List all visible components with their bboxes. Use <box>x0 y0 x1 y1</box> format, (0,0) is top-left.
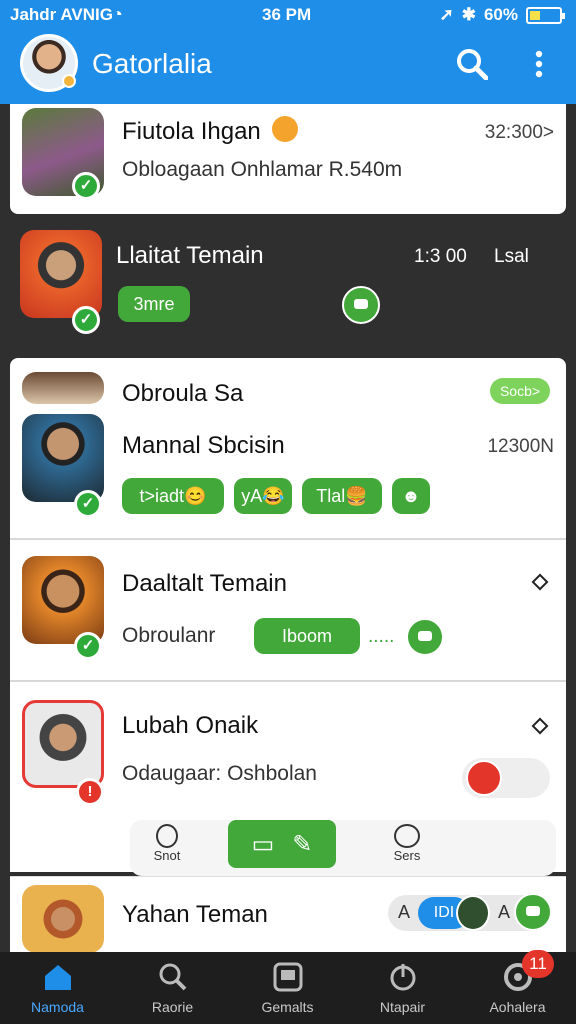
chat-avatar <box>22 556 104 644</box>
contact-avatar <box>466 760 502 796</box>
reply-bubble-icon[interactable] <box>342 286 380 324</box>
chat-avatar <box>22 885 104 953</box>
quick-action-label: Sers <box>393 848 421 863</box>
chat-preview: Odaugaar: Oshbolan <box>122 762 317 785</box>
tab-home[interactable]: Namoda <box>0 952 115 1024</box>
text-icon: A <box>398 902 411 922</box>
tab-search[interactable]: Raorie <box>115 952 230 1024</box>
carrier-label: Jahdr AVNIG <box>10 5 113 24</box>
text-icon: A <box>498 902 511 922</box>
more-icon[interactable] <box>531 573 549 591</box>
more-icon[interactable] <box>531 717 549 735</box>
reply-bubble-icon[interactable] <box>406 618 444 656</box>
chat-icon: ▭ <box>251 830 275 858</box>
chat-item[interactable]: Yahan Teman A IDI A <box>10 876 566 953</box>
more-vert-icon[interactable] <box>526 46 552 82</box>
chat-chip[interactable]: yA😂 <box>234 478 292 514</box>
search-icon[interactable] <box>456 48 488 80</box>
quick-action-strip: Snot ▭ ✎ Sers <box>130 820 556 876</box>
chat-name: Yahan Teman <box>122 901 268 928</box>
bottom-tab-bar: Namoda Raorie Gemalts Ntapair Aohalera <box>0 952 576 1024</box>
quick-action-label: Snot <box>153 848 181 863</box>
quick-action-right[interactable]: Sers <box>374 824 440 863</box>
bluetooth-icon: ✱ <box>461 5 476 24</box>
chat-tag-chip[interactable]: Socb> <box>490 378 550 404</box>
group-chip[interactable]: A IDI A <box>388 893 552 931</box>
sticker-chip[interactable]: ☻ <box>392 478 430 514</box>
chat-name: Fiutola Ihgan <box>122 118 261 145</box>
chat-avatar <box>22 700 104 788</box>
chat-chip[interactable]: Iboom <box>254 618 360 654</box>
status-time: 36 PM <box>262 5 312 24</box>
tab-profile[interactable]: Aohalera <box>460 952 575 1024</box>
battery-icon <box>526 6 565 24</box>
verified-icon: ✓ <box>72 306 100 334</box>
chat-item[interactable]: ✓ Daaltalt Temain Obroulanr Iboom ..... <box>10 540 566 680</box>
chat-name: Llaitat Temain <box>116 242 264 269</box>
games-icon <box>273 962 303 992</box>
status-right: ➚ ✱ 60% <box>439 5 565 25</box>
verified-icon: ✓ <box>74 632 102 660</box>
verified-icon: ✓ <box>72 172 100 200</box>
chat-item[interactable]: ✓ Fiutola Ihgan 32:300> Obloagaan Onhlam… <box>10 104 566 214</box>
app-bar: Jahdr AVNIG ◔ 36 PM ➚ ✱ 60% Gatorlalia <box>0 0 576 104</box>
pin-icon <box>156 824 178 848</box>
tab-label: Raorie <box>151 999 194 1015</box>
tab-games[interactable]: Gemalts <box>230 952 345 1024</box>
verified-icon: ✓ <box>74 490 102 518</box>
chat-time: 32:300> <box>484 122 554 143</box>
chat-preview: Obloagaan Onhlamar R.540m <box>122 158 403 181</box>
chat-name: Lubah Onaik <box>122 712 259 739</box>
quick-action-left[interactable]: Snot <box>142 824 192 863</box>
reply-bubble-icon[interactable] <box>514 893 552 931</box>
notification-badge: 11 <box>522 950 554 978</box>
chat-time: 12300N <box>487 436 554 457</box>
chat-tag: Lsal <box>494 246 529 267</box>
smirk-face-icon <box>272 116 298 142</box>
chat-name: Mannal Sbcisin <box>122 432 285 459</box>
tab-label: Aohalera <box>489 999 546 1015</box>
chat-time: 1:3 00 <box>414 246 467 267</box>
app-title: Gatorlalia <box>92 48 212 79</box>
status-dot <box>62 74 76 88</box>
chat-avatar <box>22 414 104 502</box>
chat-preview: Obroulanr <box>122 624 216 647</box>
tab-label: Namoda <box>31 999 84 1015</box>
home-icon <box>45 965 71 990</box>
typing-dots: ..... <box>368 626 395 647</box>
tab-power[interactable]: Ntapair <box>345 952 460 1024</box>
chat-item-dark[interactable]: ✓ Llaitat Temain 1:3 00 Lsal 3mre <box>0 214 576 354</box>
settings-icon <box>394 824 420 848</box>
chat-avatar <box>22 372 104 404</box>
tab-label: Gemalts <box>261 999 314 1015</box>
location-icon: ➚ <box>439 5 454 24</box>
search-icon <box>159 963 187 991</box>
quick-action-main[interactable]: ▭ ✎ <box>228 820 336 868</box>
chat-name: Daaltalt Temain <box>122 570 287 597</box>
wifi-icon: ◔ <box>112 4 123 24</box>
tab-label: Ntapair <box>379 999 426 1015</box>
status-bar: Jahdr AVNIG ◔ 36 PM ➚ ✱ 60% <box>0 0 576 30</box>
contact-chip[interactable] <box>462 758 550 798</box>
member-avatar <box>456 895 490 931</box>
chat-chip[interactable]: t>iadt😊 <box>122 478 224 514</box>
chat-chip[interactable]: Tlal🍔 <box>302 478 382 514</box>
chat-group-card: Obroula Sa Socb> ✓ Mannal Sbcisin 12300N… <box>10 358 566 538</box>
chat-name: Obroula Sa <box>122 380 244 407</box>
battery-percent: 60% <box>483 5 518 24</box>
pen-icon: ✎ <box>292 830 313 858</box>
chat-chip[interactable]: 3mre <box>118 286 190 322</box>
alert-icon: ! <box>76 778 104 806</box>
chat-avatar <box>20 230 102 318</box>
power-icon <box>390 964 416 991</box>
